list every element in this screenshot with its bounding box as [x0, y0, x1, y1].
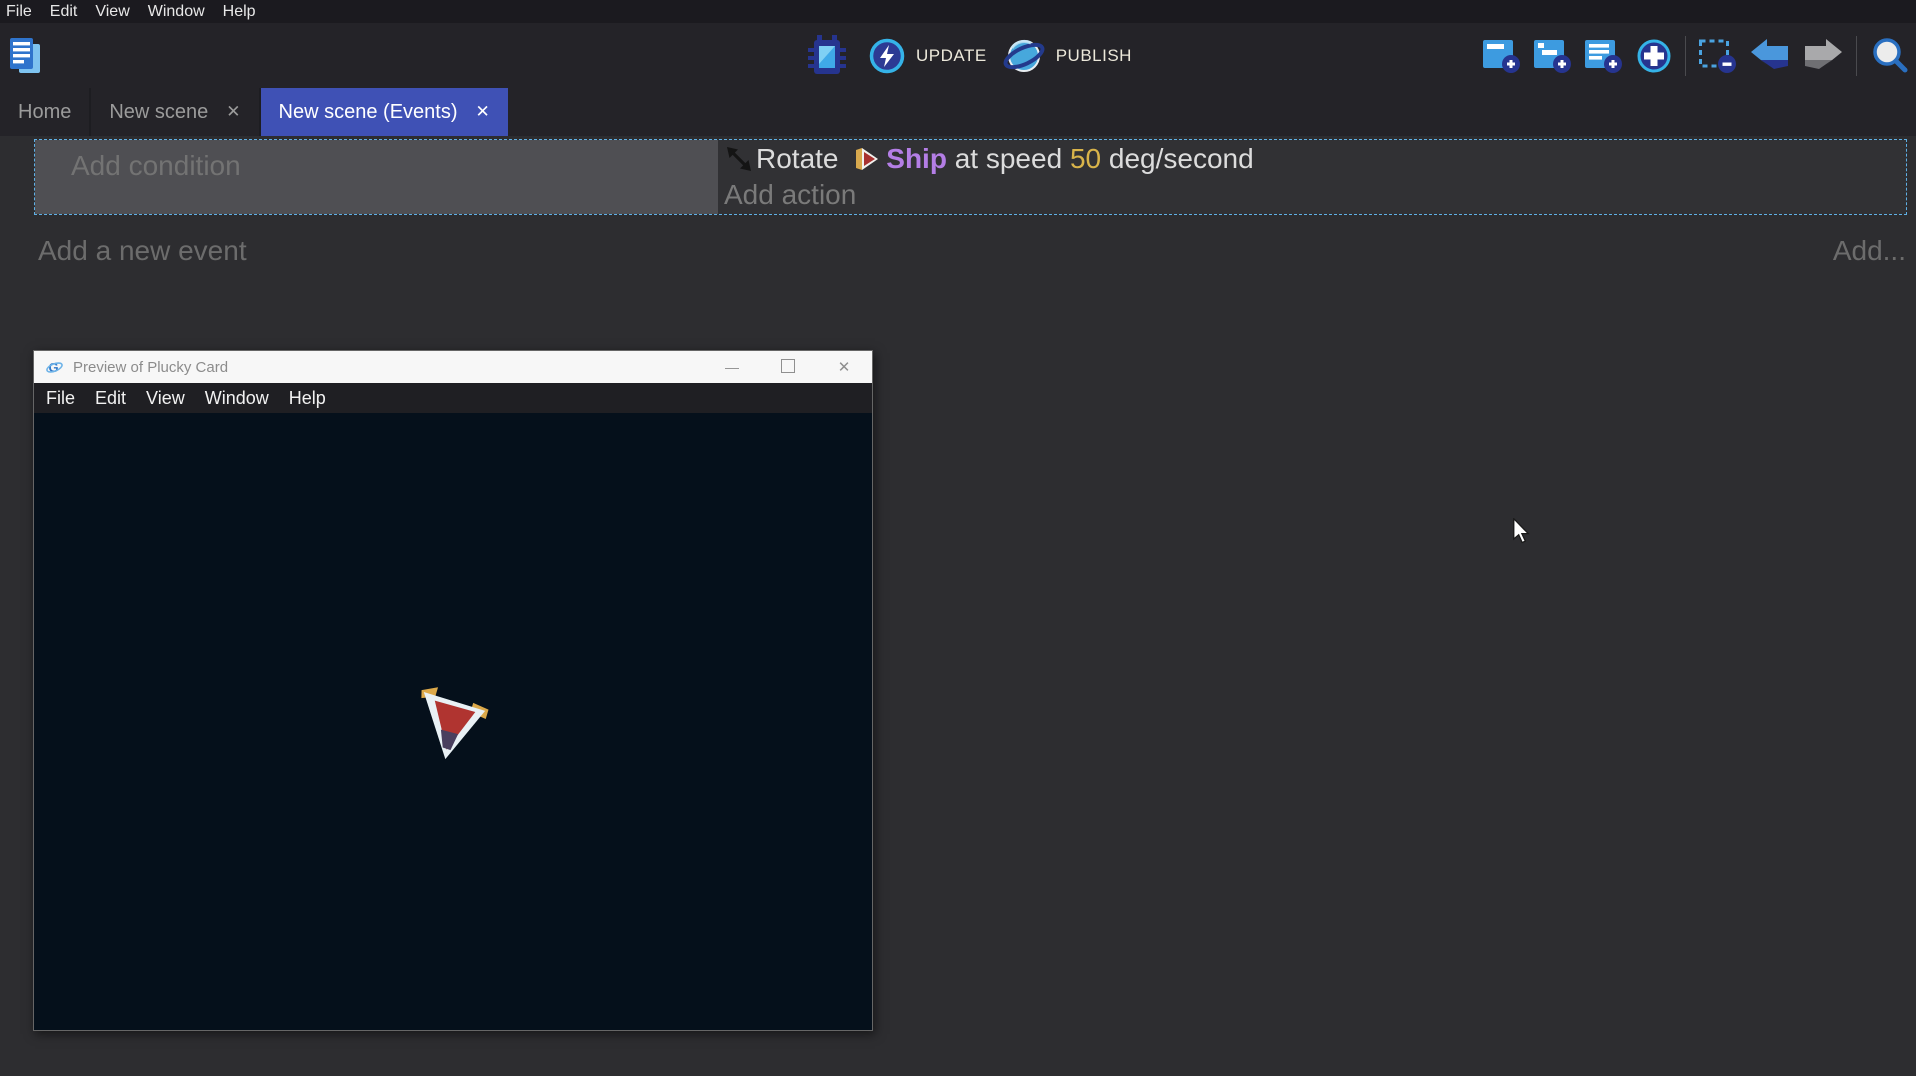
- debug-icon: [808, 35, 846, 77]
- menu-help[interactable]: Help: [214, 3, 265, 21]
- menu-window[interactable]: Window: [139, 3, 214, 21]
- preview-menu-bar: File Edit View Window Help: [34, 383, 872, 413]
- undo-button[interactable]: [1750, 38, 1790, 74]
- action-verb: Rotate: [756, 143, 846, 175]
- gdevelop-app: File Edit View Window Help: [0, 0, 1916, 1076]
- rotate-icon: [724, 144, 754, 174]
- menu-edit[interactable]: Edit: [41, 3, 87, 21]
- main-toolbar: UPDATE PUBLISH: [0, 23, 1916, 88]
- delete-selection-button[interactable]: [1699, 38, 1737, 74]
- redo-button[interactable]: [1803, 38, 1843, 74]
- tab-home[interactable]: Home: [0, 88, 91, 136]
- add-circle-icon: [1636, 38, 1672, 74]
- tab-label: New scene (Events): [279, 101, 458, 124]
- event-row[interactable]: Add condition Rotate Ship: [34, 139, 1907, 215]
- toolbar-right-group: [1483, 23, 1910, 88]
- ship-object-icon: [854, 146, 880, 172]
- publish-button[interactable]: [1001, 34, 1047, 78]
- action-object-name: Ship: [886, 143, 947, 175]
- add-new-event-placeholder[interactable]: Add a new event: [38, 232, 247, 270]
- delete-selection-icon: [1699, 38, 1737, 74]
- update-icon: [868, 37, 906, 75]
- add-comment-icon: [1585, 38, 1623, 74]
- action-unit: deg/second: [1101, 143, 1254, 175]
- redo-icon: [1803, 38, 1843, 74]
- update-label[interactable]: UPDATE: [916, 46, 987, 66]
- toolbar-center-group: UPDATE PUBLISH: [808, 23, 1132, 88]
- tab-new-scene-events[interactable]: New scene (Events) ✕: [261, 88, 508, 136]
- add-event-button[interactable]: [1483, 38, 1521, 74]
- ship-sprite: [413, 681, 493, 765]
- actions-cell: Rotate Ship at speed 50 deg/second Add a…: [718, 140, 1906, 214]
- preview-title-bar[interactable]: G Preview of Plucky Card — ✕: [34, 351, 872, 383]
- search-events-button[interactable]: [1870, 36, 1910, 76]
- game-canvas[interactable]: [34, 413, 872, 1030]
- choose-add-event-button[interactable]: [1636, 38, 1672, 74]
- app-menu-bar: File Edit View Window Help: [0, 0, 1916, 23]
- conditions-cell[interactable]: Add condition: [35, 140, 718, 214]
- preview-menu-file[interactable]: File: [34, 388, 85, 409]
- tab-close-icon[interactable]: ✕: [476, 102, 490, 122]
- add-event-icon: [1483, 38, 1521, 74]
- minimize-button[interactable]: —: [704, 359, 760, 375]
- preview-menu-window[interactable]: Window: [195, 388, 279, 409]
- preview-menu-view[interactable]: View: [136, 388, 195, 409]
- tab-new-scene[interactable]: New scene ✕: [91, 88, 260, 136]
- add-new-event-row: Add a new event Add...: [38, 232, 1906, 270]
- add-subevent-button[interactable]: [1534, 38, 1572, 74]
- rotate-action[interactable]: Rotate Ship at speed 50 deg/second: [724, 140, 1906, 178]
- maximize-button[interactable]: [760, 359, 816, 376]
- gdevelop-logo-icon: G: [46, 359, 63, 376]
- menu-file[interactable]: File: [0, 3, 41, 21]
- tab-bar: Home New scene ✕ New scene (Events) ✕: [0, 88, 1916, 136]
- search-icon: [1870, 36, 1910, 76]
- tab-close-icon[interactable]: ✕: [226, 102, 240, 122]
- action-value: 50: [1070, 143, 1101, 175]
- add-condition-placeholder[interactable]: Add condition: [71, 150, 241, 181]
- action-connector: at speed: [947, 143, 1070, 175]
- menu-view[interactable]: View: [86, 3, 138, 21]
- toolbar-separator: [1685, 36, 1686, 76]
- debug-button[interactable]: [808, 35, 846, 77]
- undo-icon: [1750, 38, 1790, 74]
- add-action-placeholder[interactable]: Add action: [724, 178, 1906, 214]
- project-manager-icon: [8, 37, 42, 75]
- preview-window-title: Preview of Plucky Card: [73, 359, 704, 376]
- update-button[interactable]: [868, 37, 906, 75]
- toolbar-separator: [1856, 36, 1857, 76]
- add-more-button[interactable]: Add...: [1833, 232, 1906, 270]
- preview-menu-help[interactable]: Help: [279, 388, 336, 409]
- publish-icon: [1001, 34, 1047, 78]
- tab-label: Home: [18, 101, 71, 124]
- preview-window: G Preview of Plucky Card — ✕ File Edit V…: [33, 350, 873, 1031]
- add-comment-button[interactable]: [1585, 38, 1623, 74]
- tab-label: New scene: [109, 101, 208, 124]
- maximize-icon: [781, 359, 795, 373]
- preview-menu-edit[interactable]: Edit: [85, 388, 136, 409]
- close-button[interactable]: ✕: [816, 358, 872, 376]
- publish-label[interactable]: PUBLISH: [1056, 46, 1132, 66]
- add-subevent-icon: [1534, 38, 1572, 74]
- project-manager-button[interactable]: [8, 37, 42, 75]
